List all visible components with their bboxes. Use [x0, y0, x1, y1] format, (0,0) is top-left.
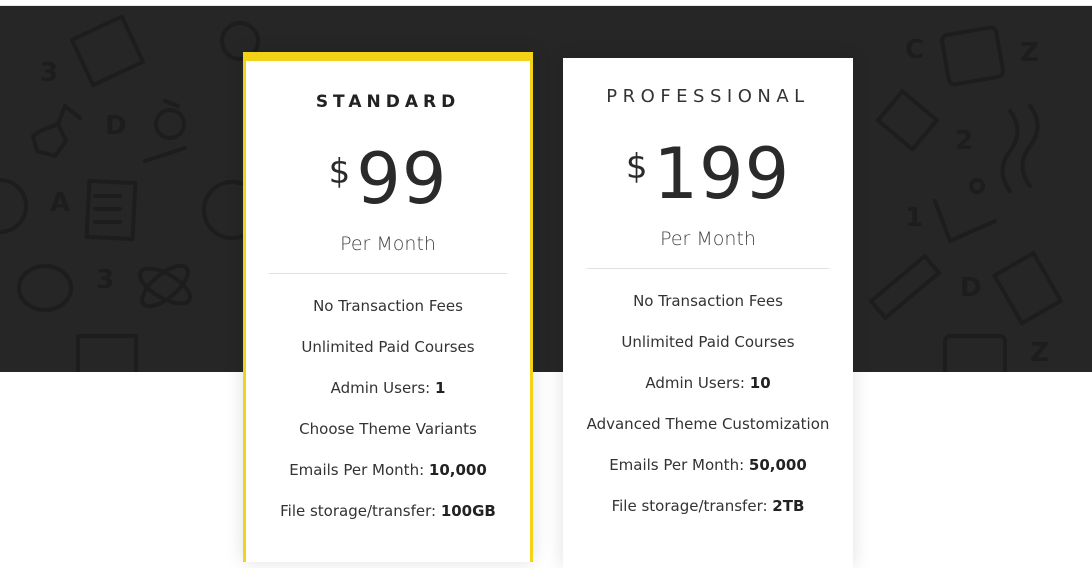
- feature-label: Emails Per Month:: [289, 461, 429, 479]
- feature-item: Unlimited Paid Courses: [563, 330, 853, 371]
- feature-value: 2TB: [772, 497, 805, 515]
- letter-1-doodle: 1: [905, 203, 923, 233]
- price-amount: 99: [356, 138, 448, 220]
- math-board-doodle-icon: [943, 334, 1007, 372]
- letter-d-doodle: D: [105, 111, 127, 141]
- basketball-doodle-icon: [0, 178, 262, 240]
- plan-card-professional[interactable]: PROFESSIONAL $ 199 Per Month No Transact…: [563, 58, 853, 568]
- divider: [587, 268, 829, 269]
- feature-item: Emails Per Month: 50,000: [563, 453, 853, 494]
- checklist-doodle-icon: [84, 178, 138, 242]
- feature-item: Emails Per Month: 10,000: [246, 458, 530, 499]
- feature-item: Unlimited Paid Courses: [246, 335, 530, 376]
- feature-label: Unlimited Paid Courses: [621, 333, 795, 351]
- education-doodle-pattern: 3 D A 3 C Z 2 1 D Z: [0, 14, 1063, 372]
- letter-z2-doodle: Z: [1030, 338, 1049, 368]
- feature-label: Unlimited Paid Courses: [301, 338, 475, 356]
- graph-doodle-icon: [933, 178, 997, 243]
- letter-a-doodle: A: [50, 188, 70, 218]
- billing-period: Per Month: [660, 228, 756, 250]
- feature-list: No Transaction Fees Unlimited Paid Cours…: [563, 289, 853, 535]
- feature-label: Admin Users:: [645, 374, 750, 392]
- feature-value: 10: [749, 374, 771, 392]
- plan-card-standard[interactable]: STANDARD $ 99 Per Month No Transaction F…: [243, 52, 533, 562]
- calendar-doodle-icon: [69, 14, 145, 88]
- feature-label: Emails Per Month:: [609, 456, 749, 474]
- letter-2-doodle: 2: [955, 126, 973, 156]
- feature-label: File storage/transfer:: [611, 497, 773, 515]
- feature-item: No Transaction Fees: [246, 294, 530, 335]
- feature-item: Admin Users: 1: [246, 376, 530, 417]
- feature-label: File storage/transfer:: [280, 502, 441, 520]
- plan-name: PROFESSIONAL: [606, 86, 810, 107]
- ruler-doodle-icon: [869, 254, 941, 320]
- feature-value: 10,000: [428, 461, 487, 479]
- easel-doodle-icon: [875, 89, 939, 152]
- feature-value: 100GB: [440, 502, 496, 520]
- feature-item: Admin Users: 10: [563, 371, 853, 412]
- feature-label: Admin Users:: [330, 379, 435, 397]
- plan-price: $ 99: [246, 141, 530, 217]
- microscope-doodle-icon: [143, 99, 187, 163]
- currency-symbol: $: [328, 152, 351, 192]
- plan-price: $ 199: [563, 136, 853, 212]
- hero-background: 3 D A 3 C Z 2 1 D Z: [0, 6, 1092, 372]
- atom-doodle-icon: [138, 263, 192, 309]
- feature-item: No Transaction Fees: [563, 289, 853, 330]
- feature-item: File storage/transfer: 100GB: [246, 499, 530, 540]
- divider: [269, 273, 507, 274]
- letter-z-doodle: Z: [1020, 38, 1039, 68]
- dice-doodle-icon: [940, 25, 1005, 87]
- feature-item: File storage/transfer: 2TB: [563, 494, 853, 535]
- letter-d2-doodle: D: [960, 273, 982, 303]
- letter-c-doodle: C: [905, 35, 924, 65]
- speech-abc-doodle-icon: [17, 264, 73, 312]
- feature-value: 50,000: [748, 456, 807, 474]
- currency-symbol: $: [625, 147, 648, 187]
- price-amount: 199: [653, 133, 791, 215]
- feature-label: No Transaction Fees: [313, 297, 463, 315]
- letter-3-doodle: 3: [40, 58, 58, 88]
- feature-item: Advanced Theme Customization: [563, 412, 853, 453]
- feature-item: Choose Theme Variants: [246, 417, 530, 458]
- feature-label: No Transaction Fees: [633, 292, 783, 310]
- billing-period: Per Month: [340, 233, 436, 255]
- letter-3b-doodle: 3: [96, 265, 114, 295]
- feature-value: 1: [434, 379, 446, 397]
- certificate-doodle-icon: [992, 251, 1063, 326]
- feature-label: Choose Theme Variants: [299, 420, 477, 438]
- board-abc-doodle-icon: [76, 334, 138, 372]
- feature-label: Advanced Theme Customization: [586, 415, 830, 433]
- feature-list: No Transaction Fees Unlimited Paid Cours…: [246, 294, 530, 540]
- dna-doodle-icon: [1000, 104, 1040, 193]
- plan-name: STANDARD: [315, 92, 461, 112]
- molecule-doodle-icon: [31, 104, 82, 158]
